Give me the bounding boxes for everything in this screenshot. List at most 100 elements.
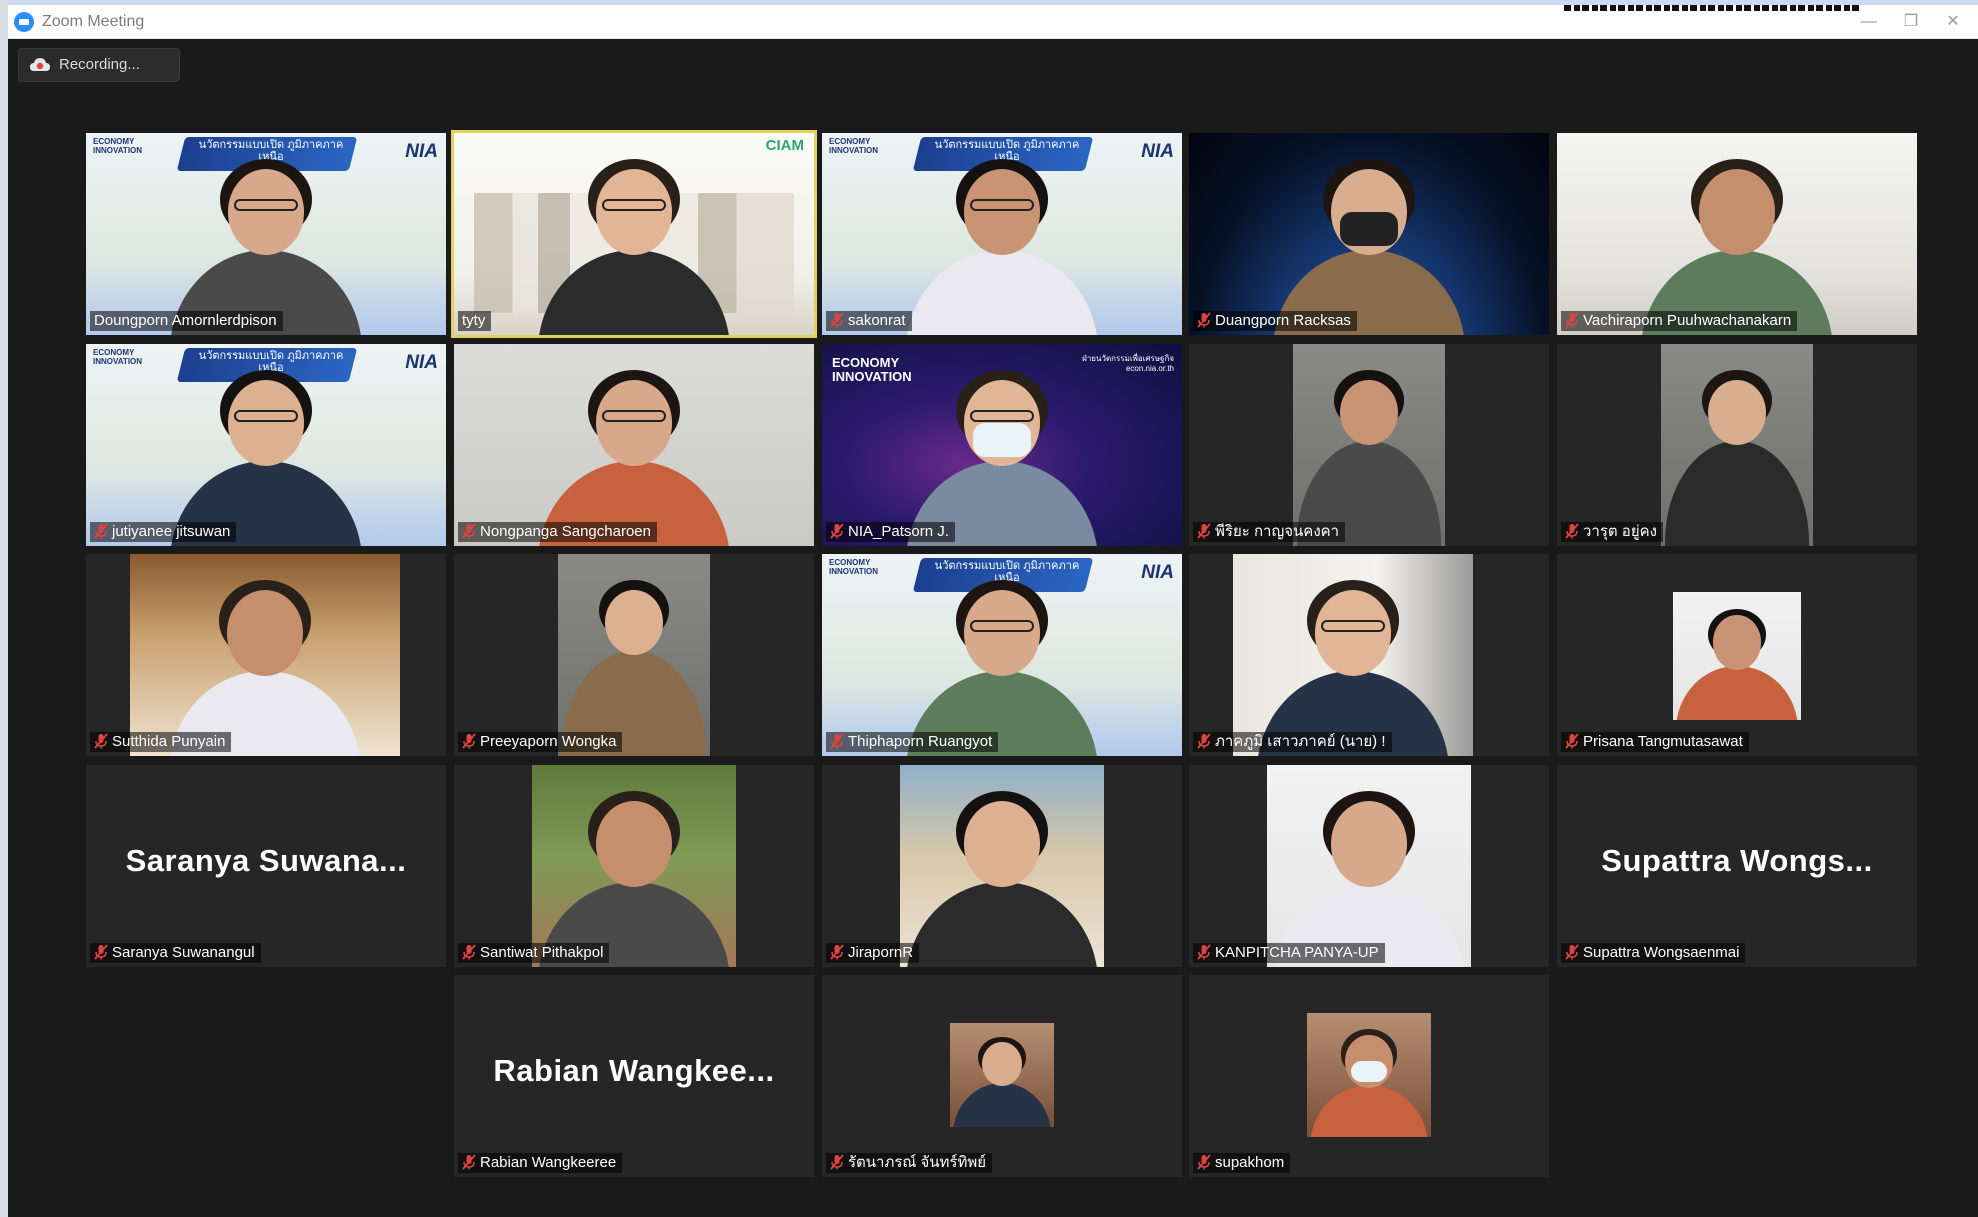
participant-tile[interactable]: supakhom [1189, 975, 1549, 1177]
participant-torso [952, 1083, 1052, 1127]
participant-name: Preeyaporn Wongka [480, 733, 617, 750]
participant-name: JirapornR [848, 944, 914, 961]
mic-muted-icon [830, 944, 844, 960]
participant-tile[interactable]: พีริยะ กาญจนคงคา [1189, 344, 1549, 546]
economy-innovation-logo: ECONOMY INNOVATION [829, 137, 879, 155]
participant-video [1661, 344, 1813, 546]
participant-name-label: KANPITCHA PANYA-UP [1193, 943, 1385, 963]
participant-video [1307, 1013, 1431, 1137]
participant-display-name: Supattra Wongs... [1601, 843, 1873, 878]
participant-tile[interactable]: KANPITCHA PANYA-UP [1189, 765, 1549, 967]
participant-name: Duangporn Racksas [1215, 312, 1351, 329]
mic-muted-icon [462, 1154, 476, 1170]
network-caption: ฝ่ายนวัตกรรมเพื่อเศรษฐกิจ econ.nia.or.th [1082, 354, 1174, 373]
participant-tile[interactable]: Rabian Wangkee... Rabian Wangkeeree [454, 975, 814, 1177]
recording-indicator[interactable]: Recording... [18, 48, 180, 82]
mic-muted-icon [1197, 312, 1211, 328]
participant-tile[interactable]: ECONOMY INNOVATION นวัตกรรมแบบเปิด ภูมิภา… [86, 344, 446, 546]
participant-video [1233, 554, 1473, 756]
participant-name-label: Santiwat Pithakpol [458, 943, 610, 963]
zoom-logo-icon [14, 12, 34, 32]
participant-face [595, 380, 673, 467]
economy-innovation-logo: ECONOMY INNOVATION [93, 137, 143, 155]
mic-muted-icon [94, 523, 108, 539]
participant-name: tyty [462, 312, 486, 329]
participant-name: NIA_Patsorn J. [848, 523, 949, 540]
participant-glasses [969, 198, 1035, 211]
meeting-view: Recording... ECONOMY INNOVATION นวัตกรรมแ… [8, 39, 1978, 1217]
participant-tile[interactable]: JirapornR [822, 765, 1182, 967]
participant-name-label: tyty [458, 311, 492, 331]
participant-name: jutiyanee jitsuwan [112, 523, 231, 540]
participant-name: พีริยะ กาญจนคงคา [1215, 523, 1340, 540]
participant-name-label: Thiphaporn Ruangyot [826, 732, 999, 752]
participant-tile[interactable]: Saranya Suwana... Saranya Suwanangul [86, 765, 446, 967]
participant-tile[interactable]: Supattra Wongs... Supattra Wongsaenmai [1557, 765, 1917, 967]
restore-button[interactable]: ❐ [1894, 9, 1928, 35]
participant-tile[interactable]: Prisana Tangmutasawat [1557, 554, 1917, 756]
participant-tile[interactable]: Preeyaporn Wongka [454, 554, 814, 756]
mic-muted-icon [830, 733, 844, 749]
participant-torso [1310, 1084, 1428, 1137]
participant-name-label: Saranya Suwanangul [90, 943, 261, 963]
mic-muted-icon [94, 733, 108, 749]
close-button[interactable]: ✕ [1936, 9, 1970, 35]
participant-tile[interactable]: ภาคภูมิ เสาวภาคย์ (นาย) ! [1189, 554, 1549, 756]
participant-face [1314, 590, 1392, 677]
mic-muted-icon [462, 733, 476, 749]
minimize-button[interactable]: — [1852, 9, 1886, 35]
mic-muted-icon [462, 944, 476, 960]
participant-tile[interactable]: Sutthida Punyain [86, 554, 446, 756]
participant-name-label: Doungporn Amornlerdpison [90, 311, 283, 331]
mic-muted-icon [830, 523, 844, 539]
participant-face [1340, 380, 1398, 446]
participant-tile[interactable]: รัตนาภรณ์ จันทร์ทิพย์ [822, 975, 1182, 1177]
participant-name-label: JirapornR [826, 943, 920, 963]
participant-tile[interactable]: CIAM tyty [454, 133, 814, 335]
mic-muted-icon [1565, 312, 1579, 328]
participant-name-label: jutiyanee jitsuwan [90, 522, 237, 542]
window-titlebar[interactable]: Zoom Meeting — ❐ ✕ [8, 5, 1978, 39]
participant-video [532, 765, 736, 967]
participant-face [227, 380, 305, 467]
participant-name: Sutthida Punyain [112, 733, 226, 750]
participant-name: sakonrat [848, 312, 906, 329]
participant-name: KANPITCHA PANYA-UP [1215, 944, 1379, 961]
participant-name: supakhom [1215, 1154, 1285, 1171]
participant-name-label: supakhom [1193, 1153, 1291, 1173]
participant-name: Santiwat Pithakpol [480, 944, 604, 961]
participant-name-label: sakonrat [826, 311, 912, 331]
participant-name: Doungporn Amornlerdpison [94, 312, 277, 329]
face-mask [1351, 1061, 1387, 1083]
desktop-edge [0, 0, 8, 1217]
participant-tile[interactable]: Duangporn Racksas [1189, 133, 1549, 335]
face-mask [1339, 211, 1399, 247]
participant-face [595, 169, 673, 256]
participant-torso [1676, 666, 1798, 720]
ciam-logo: CIAM [765, 137, 804, 154]
participant-tile[interactable]: ECONOMY INNOVATION นวัตกรรมแบบเปิด ภูมิภา… [822, 554, 1182, 756]
participant-name-label: Nongpanga Sangcharoen [458, 522, 657, 542]
participant-tile[interactable]: Nongpanga Sangcharoen [454, 344, 814, 546]
window-title: Zoom Meeting [42, 13, 145, 30]
mic-muted-icon [1565, 944, 1579, 960]
participant-face [1330, 801, 1408, 888]
participant-tile[interactable]: Vachiraporn Puuhwachanakarn [1557, 133, 1917, 335]
participant-tile[interactable]: ECONOMY INNOVATION นวัตกรรมแบบเปิด ภูมิภา… [822, 133, 1182, 335]
participant-tile[interactable]: ECONOMY INNOVATION นวัตกรรมแบบเปิด ภูมิภา… [86, 133, 446, 335]
mic-muted-icon [1197, 944, 1211, 960]
participant-name: วารุต อยู่คง [1583, 523, 1657, 540]
participant-face [963, 169, 1041, 256]
participant-tile[interactable]: Santiwat Pithakpol [454, 765, 814, 967]
participant-glasses [969, 409, 1035, 422]
participant-face [1698, 169, 1776, 256]
participant-tile[interactable]: ECONOMY INNOVATION ฝ่ายนวัตกรรมเพื่อเศรษฐ… [822, 344, 1182, 546]
participant-name: Supattra Wongsaenmai [1583, 944, 1740, 961]
participant-face [1708, 380, 1766, 446]
participant-tile[interactable]: วารุต อยู่คง [1557, 344, 1917, 546]
participant-video [558, 554, 710, 756]
participant-name-label: รัตนาภรณ์ จันทร์ทิพย์ [826, 1153, 993, 1173]
participant-face [227, 169, 305, 256]
participant-name: Saranya Suwanangul [112, 944, 255, 961]
economy-innovation-logo: ECONOMY INNOVATION [832, 355, 912, 384]
